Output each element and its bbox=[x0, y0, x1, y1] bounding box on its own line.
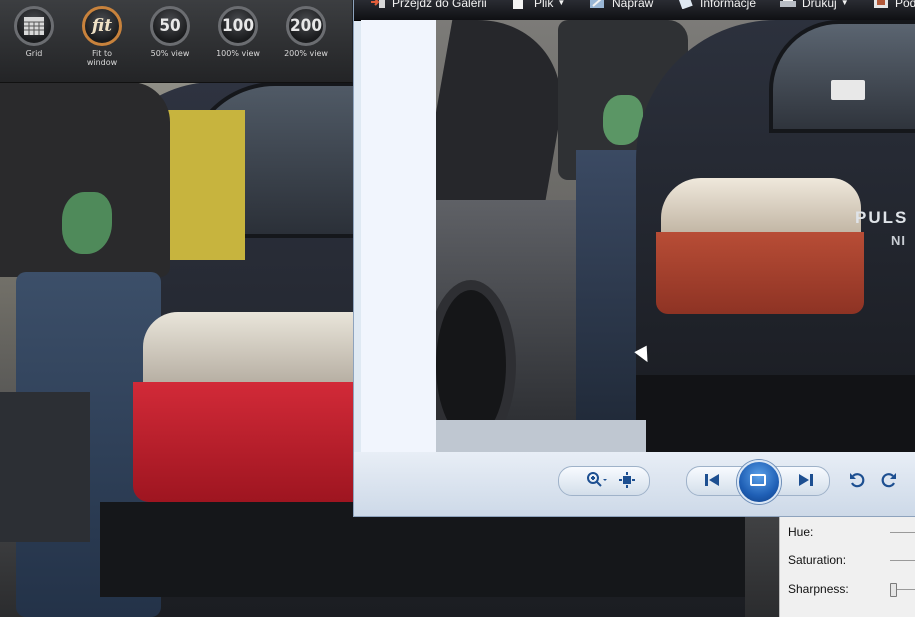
bg-green-glove bbox=[62, 192, 112, 254]
menu-go-to-gallery-label: Przejdź do Galerii bbox=[392, 0, 487, 10]
chevron-down-icon: ▼ bbox=[557, 0, 566, 7]
photo-sticker bbox=[831, 80, 865, 100]
photo-gallery-menubar: Przejdź do Galerii Plik ▼ Napraw Informac… bbox=[354, 0, 915, 21]
photo-taillight-clear bbox=[661, 178, 861, 233]
zoom-50-button[interactable]: 50 50% view bbox=[140, 6, 200, 76]
photo-taillight-red bbox=[656, 232, 864, 314]
photo-badge-text-2: NI bbox=[891, 233, 906, 248]
menu-go-to-gallery[interactable]: Przejdź do Galerii bbox=[370, 0, 487, 16]
menu-fix-label: Napraw bbox=[612, 0, 654, 10]
bg-taillight-clear bbox=[143, 312, 358, 384]
bg-yellow-truck bbox=[165, 110, 245, 260]
gallery-arrow-icon bbox=[370, 0, 386, 9]
zoom-100-label: 100% view bbox=[216, 49, 260, 58]
photo-snow bbox=[436, 420, 646, 452]
slideshow-icon[interactable] bbox=[737, 460, 781, 504]
zoom-icon[interactable] bbox=[582, 466, 612, 494]
rotate-ccw-icon[interactable] bbox=[842, 466, 872, 494]
hue-label: Hue: bbox=[788, 525, 814, 539]
fit-to-window-label: Fit to window bbox=[86, 49, 118, 67]
print-icon bbox=[780, 0, 796, 9]
zoom-200-label: 200% view bbox=[284, 49, 328, 58]
viewer-toolbar: Grid fit Fit to window 50 50% view 100 1… bbox=[0, 0, 352, 83]
grid-button[interactable]: Grid bbox=[4, 6, 64, 76]
menu-print[interactable]: Drukuj ▼ bbox=[780, 0, 849, 16]
saturation-slider[interactable] bbox=[890, 560, 915, 561]
photo-gallery-controls bbox=[354, 452, 915, 516]
menu-file[interactable]: Plik ▼ bbox=[512, 0, 565, 16]
file-icon bbox=[512, 0, 528, 9]
sharpness-slider-thumb[interactable] bbox=[890, 583, 897, 597]
zoom-50-icon: 50 bbox=[150, 6, 190, 46]
actual-size-icon[interactable] bbox=[612, 466, 642, 494]
chevron-down-icon: ▼ bbox=[840, 0, 849, 7]
menu-fix[interactable]: Napraw bbox=[590, 0, 653, 16]
photo-gallery-window: Przejdź do Galerii Plik ▼ Napraw Informac… bbox=[353, 0, 915, 517]
hue-slider[interactable] bbox=[890, 532, 915, 533]
bg-taillight-red bbox=[133, 382, 358, 502]
menu-share[interactable]: Pod bbox=[873, 0, 915, 16]
zoom-50-label: 50% view bbox=[150, 49, 190, 58]
menu-print-label: Drukuj bbox=[802, 0, 837, 10]
menu-share-label: Pod bbox=[895, 0, 915, 10]
share-icon bbox=[873, 0, 889, 9]
rotate-cw-icon[interactable] bbox=[874, 466, 904, 494]
adjustments-panel: Hue: Saturation: Sharpness: bbox=[779, 515, 915, 617]
zoom-200-icon: 200 bbox=[286, 6, 326, 46]
photo-preview[interactable]: PULS NI bbox=[436, 20, 915, 452]
saturation-label: Saturation: bbox=[788, 553, 847, 567]
previous-icon[interactable] bbox=[697, 466, 727, 494]
photo-bumper bbox=[636, 375, 915, 452]
photo-gallery-side-pane bbox=[361, 20, 437, 452]
grid-label: Grid bbox=[25, 49, 43, 58]
photo-badge-text: PULS bbox=[855, 208, 909, 227]
menu-info-label: Informacje bbox=[700, 0, 757, 10]
fit-icon: fit bbox=[82, 6, 122, 46]
zoom-100-icon: 100 bbox=[218, 6, 258, 46]
fix-icon bbox=[590, 0, 606, 9]
fit-to-window-button[interactable]: fit Fit to window bbox=[72, 6, 132, 76]
zoom-100-button[interactable]: 100 100% view bbox=[208, 6, 268, 76]
menu-info[interactable]: Informacje bbox=[678, 0, 756, 16]
next-icon[interactable] bbox=[791, 466, 821, 494]
zoom-200-button[interactable]: 200 200% view bbox=[276, 6, 336, 76]
grid-icon bbox=[14, 6, 54, 46]
sharpness-label: Sharpness: bbox=[788, 582, 849, 596]
info-icon bbox=[678, 0, 694, 10]
bg-car-left bbox=[0, 392, 90, 542]
menu-file-label: Plik bbox=[534, 0, 554, 10]
